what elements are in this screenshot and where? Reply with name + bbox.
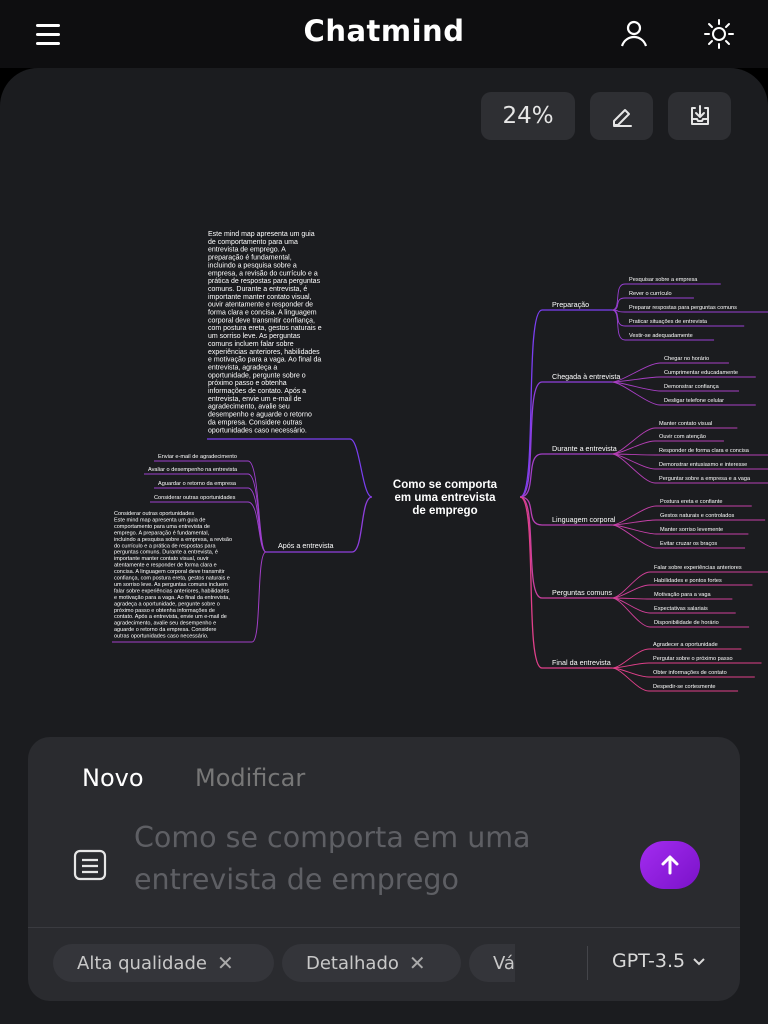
download-icon: [690, 105, 709, 125]
edit-button[interactable]: [590, 92, 653, 140]
tab-novo[interactable]: Novo: [82, 764, 144, 792]
chip-fade: [515, 930, 585, 990]
prompt-input[interactable]: Como se comporta em uma entrevista de em…: [134, 817, 634, 901]
divider: [28, 927, 740, 928]
model-selector[interactable]: GPT-3.5: [612, 950, 706, 972]
close-icon[interactable]: ✕: [409, 951, 426, 975]
close-icon[interactable]: ✕: [217, 951, 234, 975]
chevron-down-icon: [693, 958, 705, 966]
download-button[interactable]: [668, 92, 731, 140]
sun-icon[interactable]: [703, 18, 735, 50]
arrow-up-icon: [661, 855, 679, 875]
user-icon[interactable]: [618, 18, 650, 50]
edit-icon: [612, 109, 632, 127]
prompt-line: Como se comporta em uma: [134, 821, 531, 854]
model-label: GPT-3.5: [612, 950, 686, 972]
top-bar: Chatmind: [0, 0, 768, 68]
chip-label: Alta qualidade: [77, 952, 207, 974]
document-icon[interactable]: [72, 849, 108, 887]
send-button[interactable]: [640, 841, 700, 889]
chip-detalhado[interactable]: Detalhado ✕: [282, 944, 461, 982]
zoom-level: 24%: [502, 103, 554, 129]
tab-modificar[interactable]: Modificar: [195, 764, 305, 792]
prompt-line: entrevista de emprego: [134, 863, 459, 896]
app-title: Chatmind: [303, 14, 465, 48]
zoom-level-button[interactable]: 24%: [481, 92, 575, 140]
chip-alta-qualidade[interactable]: Alta qualidade ✕: [53, 944, 274, 982]
chip-label: Vá: [493, 952, 515, 974]
chip-label: Detalhado: [306, 952, 399, 974]
chip-truncated[interactable]: Vá: [469, 944, 515, 982]
divider: [587, 946, 588, 980]
